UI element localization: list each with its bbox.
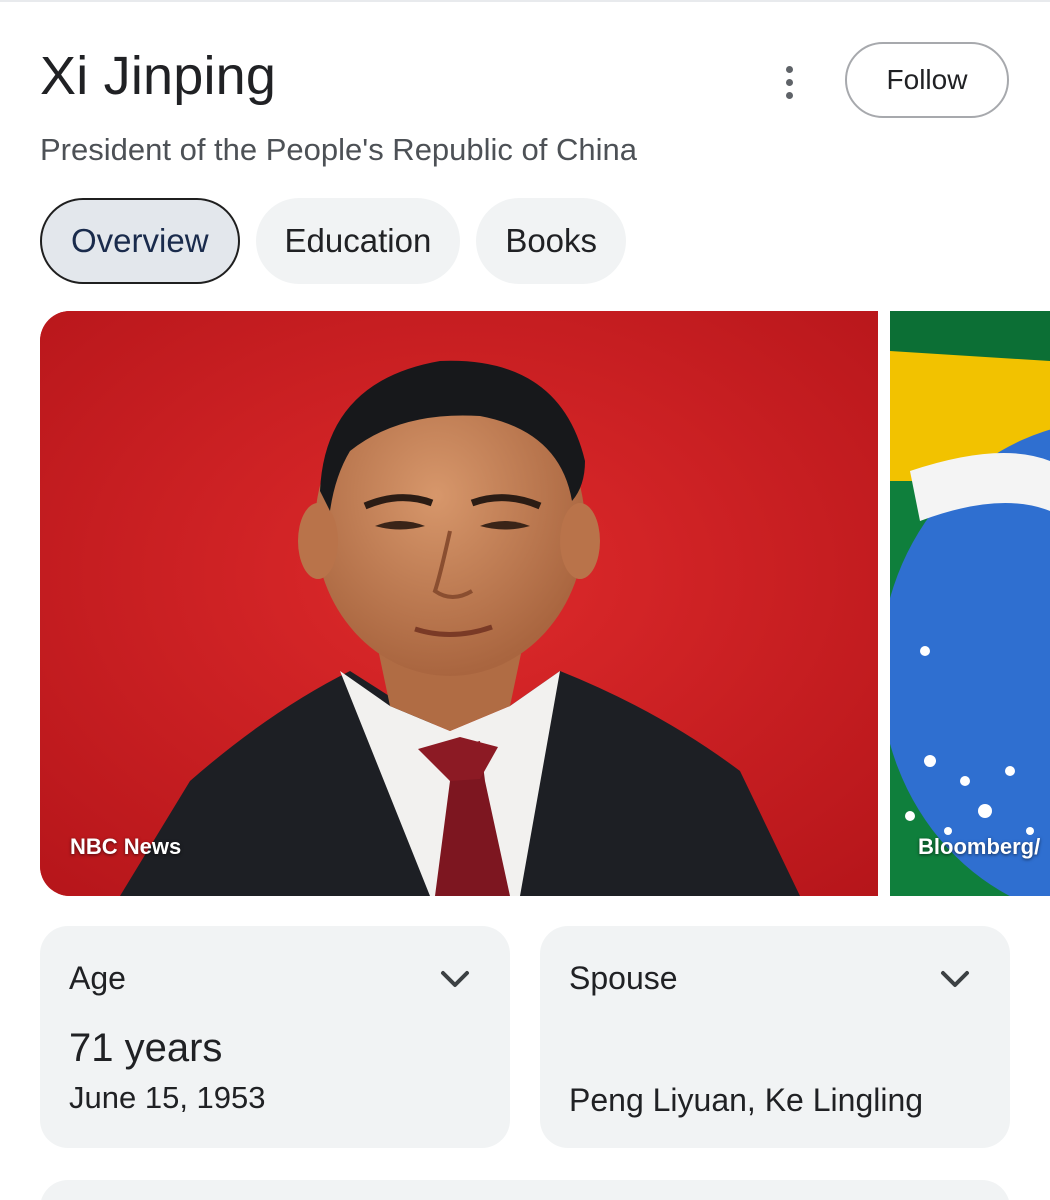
secondary-photo[interactable]: Bloomberg/ [890,311,1050,896]
image-credit: Bloomberg/ [918,834,1041,859]
spouse-label: Spouse [569,960,678,996]
tab-education[interactable]: Education [255,198,461,284]
spouse-card[interactable]: Spouse Peng Liyuan, Ke Lingling [540,926,1010,1148]
tab-books[interactable]: Books [476,198,627,284]
next-card-partial [40,1180,1010,1200]
knowledge-panel: Xi Jinping President of the People's Rep… [0,0,1050,1200]
top-divider [0,0,1050,2]
flag-illustration [890,311,1050,896]
spouse-value: Peng Liyuan, Ke Lingling [569,1082,924,1118]
birth-date: June 15, 1953 [69,1080,266,1115]
tab-overview[interactable]: Overview [40,198,240,284]
chevron-down-icon[interactable] [938,964,972,994]
page-subtitle: President of the People's Republic of Ch… [40,132,638,167]
main-photo[interactable]: NBC News [40,311,878,896]
portrait-illustration [40,311,878,896]
more-vert-icon[interactable] [770,60,808,104]
kebab-dot [785,78,793,86]
follow-button[interactable]: Follow [845,42,1009,118]
age-value: 71 years [69,1026,223,1070]
tab-bar: Overview Education Books [40,198,627,284]
age-label: Age [69,960,126,996]
page-title: Xi Jinping [40,46,277,106]
age-card[interactable]: Age 71 years June 15, 1953 [40,926,510,1148]
chevron-down-icon[interactable] [438,964,472,994]
kebab-dot [785,91,793,99]
image-credit: NBC News [70,834,182,859]
kebab-dot [785,65,793,73]
